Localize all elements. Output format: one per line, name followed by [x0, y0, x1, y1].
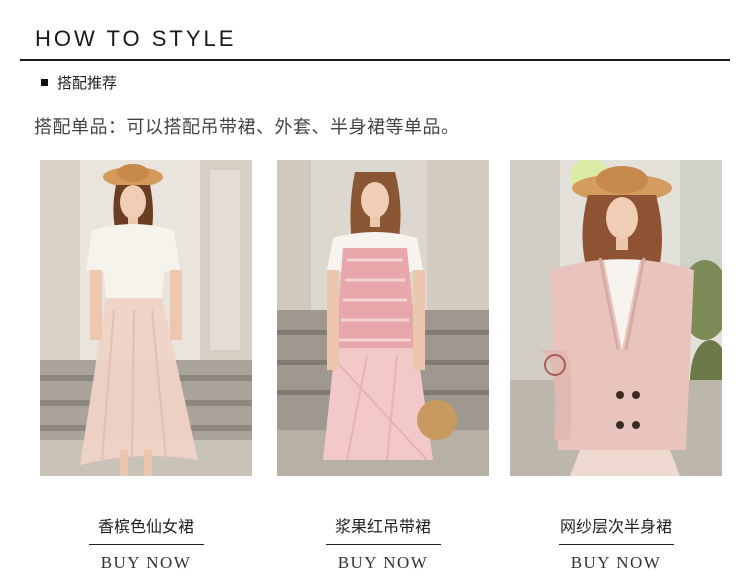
model-photo-image	[277, 160, 489, 476]
product-name-divider	[325, 544, 441, 545]
square-bullet-icon	[41, 79, 48, 86]
buy-now-button-3[interactable]: BUY NOW	[551, 553, 681, 573]
model-photo-image	[40, 160, 252, 476]
product-name-2: 浆果红吊带裙	[334, 517, 431, 536]
product-photo-1[interactable]	[40, 160, 252, 476]
product-name-divider	[88, 544, 204, 545]
product-photo-2[interactable]	[277, 160, 489, 476]
section-label: 搭配推荐	[57, 74, 118, 92]
intro-text: 搭配单品：可以搭配吊带裙、外套、半身裙等单品。	[34, 117, 460, 138]
section-heading: 搭配推荐	[41, 72, 117, 93]
header-divider	[20, 59, 730, 61]
product-photo-3[interactable]	[510, 160, 722, 476]
product-card-3: 网纱层次半身裙 BUY NOW	[510, 160, 722, 573]
product-name-1: 香槟色仙女裙	[97, 517, 194, 536]
buy-now-button-1[interactable]: BUY NOW	[81, 553, 211, 573]
page-title: HOW TO STYLE	[35, 26, 237, 51]
product-name-3: 网纱层次半身裙	[559, 517, 672, 536]
model-photo-image	[510, 160, 722, 476]
product-name-divider	[558, 544, 674, 545]
product-card-1: 香槟色仙女裙 BUY NOW	[40, 160, 252, 573]
product-card-2: 浆果红吊带裙 BUY NOW	[277, 160, 489, 573]
buy-now-button-2[interactable]: BUY NOW	[318, 553, 448, 573]
